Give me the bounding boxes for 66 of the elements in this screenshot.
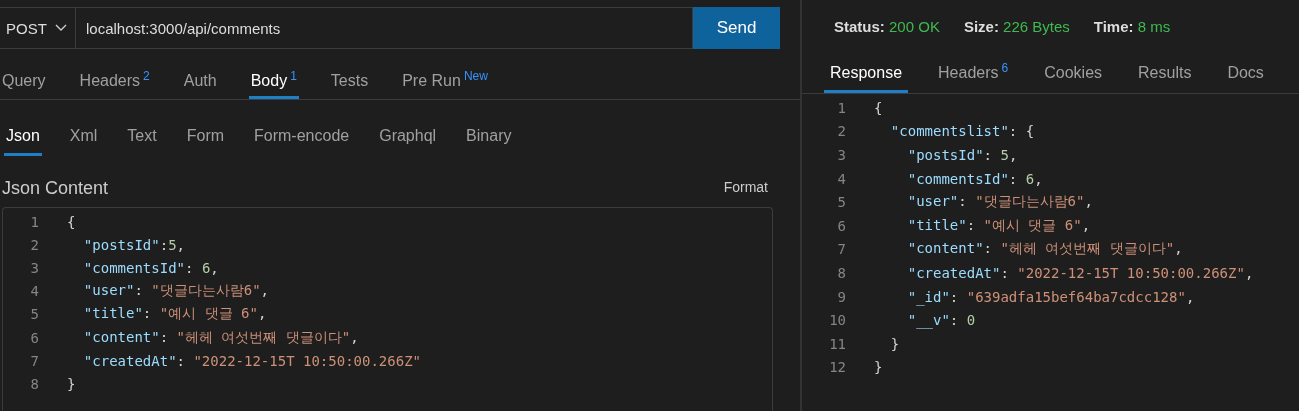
tab[interactable]: Xml — [67, 127, 100, 156]
code-line: "commentslist": { — [889, 123, 1035, 140]
line-number: 2 — [836, 123, 846, 140]
code-line: "title": "예시 댓글 6", — [82, 305, 267, 324]
line-number: 1 — [29, 213, 39, 230]
tab[interactable]: Binary — [464, 127, 514, 156]
line-number: 8 — [836, 264, 846, 281]
tab[interactable]: Cookies — [1038, 64, 1109, 93]
code-line: } — [889, 335, 900, 352]
tab[interactable]: Json — [4, 127, 42, 156]
tab[interactable]: Auth — [181, 72, 219, 99]
code-line: "user": "댓글다는사람6", — [82, 282, 270, 301]
code-line: "title": "예시 댓글 6", — [906, 216, 1091, 235]
line-number: 8 — [29, 375, 39, 392]
tab[interactable]: Form — [184, 127, 227, 156]
tab[interactable]: Results — [1132, 64, 1198, 93]
url-field[interactable]: localhost:3000/api/comments — [76, 7, 693, 49]
code-line: "user": "댓글다는사람6", — [906, 193, 1093, 212]
tab[interactable]: Pre Run $^{New}$ — [400, 68, 490, 99]
tab[interactable]: Response — [824, 64, 909, 93]
send-button[interactable]: Send — [693, 7, 780, 49]
tab[interactable]: Form-encode — [252, 127, 352, 156]
line-number: 6 — [836, 217, 846, 234]
line-number: 1 — [836, 99, 846, 116]
code-line: "postsId": 5, — [906, 147, 1018, 163]
status-item: Time: 8 ms — [1093, 18, 1171, 35]
line-number: 9 — [836, 288, 846, 305]
line-number: 7 — [29, 352, 39, 369]
chevron-down-icon — [54, 24, 67, 32]
code-line: } — [874, 359, 883, 376]
line-number: 10 — [828, 312, 846, 329]
line-number: 5 — [836, 194, 846, 211]
line-number: 4 — [836, 170, 846, 187]
code-line: "_id": "639adfa15bef64ba7cdcc128", — [906, 288, 1195, 305]
tab[interactable]: Body $^{1}$ — [248, 68, 299, 99]
code-line: "commentsId": 6, — [82, 259, 219, 276]
code-line: { — [874, 99, 883, 116]
tab[interactable]: Text — [125, 127, 159, 156]
tab[interactable]: Tests — [328, 72, 371, 99]
code-line: "content": "헤헤 여섯번째 댓글이다", — [82, 328, 359, 347]
tab[interactable]: Headers $^{2}$ — [77, 68, 152, 99]
editor-title: Json Content — [2, 178, 109, 199]
line-number: 5 — [29, 306, 39, 323]
code-line: "__v": 0 — [906, 312, 976, 329]
line-number: 3 — [836, 147, 846, 163]
code-line: "createdAt": "2022-12-15T 10:50:00.266Z", — [906, 264, 1254, 281]
tab[interactable]: Graphql — [377, 127, 439, 156]
line-number: 6 — [29, 329, 39, 346]
code-line: { — [67, 213, 76, 230]
line-number: 12 — [828, 359, 846, 376]
line-number: 3 — [29, 259, 39, 276]
line-number: 4 — [29, 283, 39, 300]
status-item: Size: 226 Bytes — [963, 18, 1070, 35]
tab[interactable]: Query — [0, 72, 48, 99]
code-line: "content": "헤헤 여섯번째 댓글이다", — [906, 240, 1183, 259]
code-line: "postsId":5, — [82, 236, 186, 253]
format-link[interactable]: Format — [723, 179, 768, 195]
line-number: 2 — [29, 236, 39, 253]
tab[interactable]: Headers $^{6}$ — [932, 60, 1015, 93]
code-line: "createdAt": "2022-12-15T 10:50:00.266Z" — [82, 352, 421, 369]
code-line: } — [67, 375, 76, 392]
line-number: 11 — [828, 335, 846, 352]
code-line: "commentsId": 6, — [906, 170, 1043, 187]
line-number: 7 — [836, 241, 846, 258]
status-item: Status: 200 OK — [834, 18, 940, 35]
tab[interactable]: Docs — [1221, 64, 1270, 93]
